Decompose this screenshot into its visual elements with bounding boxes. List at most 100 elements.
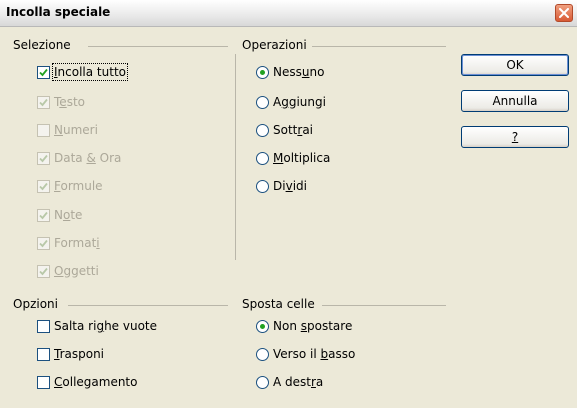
label-text: Format xyxy=(54,236,97,250)
operazioni-separator xyxy=(312,46,446,47)
label-text: no xyxy=(309,65,325,79)
option-label: Verso il basso xyxy=(273,347,355,361)
mnemonic-letter: g xyxy=(96,319,105,333)
checkbox xyxy=(37,179,50,193)
label-text: giungi xyxy=(288,95,326,109)
option-label: Nessuno xyxy=(273,65,324,79)
mnemonic-letter: M xyxy=(273,151,284,165)
sposta-celle-option[interactable]: Verso il basso xyxy=(256,345,355,363)
label-text: te xyxy=(70,208,83,222)
mnemonic-letter: & xyxy=(86,151,96,165)
label-text: rasponi xyxy=(59,347,105,361)
label-text: Ora xyxy=(95,151,122,165)
opzioni-option[interactable]: Collegamento xyxy=(37,373,137,391)
check-mark-icon xyxy=(39,154,48,162)
operazioni-group-label: Operazioni xyxy=(242,38,307,52)
opzioni-option[interactable]: Trasponi xyxy=(37,345,104,363)
label-text: ollegamento xyxy=(62,375,138,389)
opzioni-group-label: Opzioni xyxy=(13,297,58,311)
operazioni-option[interactable]: Dividi xyxy=(256,177,307,195)
opzioni-option[interactable]: Salta righe vuote xyxy=(37,317,157,335)
checkbox[interactable] xyxy=(37,65,50,79)
radio-dot-icon xyxy=(260,69,265,75)
check-mark-icon xyxy=(39,267,48,275)
option-label: Oggetti xyxy=(54,264,99,278)
mnemonic-letter: i xyxy=(96,236,100,250)
close-x-icon xyxy=(559,8,569,18)
label-text: A dest xyxy=(273,375,311,389)
selezione-option: Testo xyxy=(37,93,85,111)
option-label: Data & Ora xyxy=(54,151,121,165)
label-text: idi xyxy=(292,179,307,193)
selezione-option: Numeri xyxy=(37,121,98,139)
label-text: ai xyxy=(302,123,313,137)
option-label: A destra xyxy=(273,375,323,389)
radio-button[interactable] xyxy=(256,179,269,193)
operazioni-option[interactable]: Sottrai xyxy=(256,121,313,139)
option-label: Formati xyxy=(54,236,100,250)
selezione-separator xyxy=(88,46,228,47)
checkbox[interactable] xyxy=(37,319,50,333)
option-label: Testo xyxy=(54,95,85,109)
checkbox[interactable] xyxy=(37,347,50,361)
label-text: asso xyxy=(328,347,356,361)
operazioni-option[interactable]: Moltiplica xyxy=(256,149,330,167)
ok-button[interactable]: OK xyxy=(461,54,569,76)
check-mark-icon xyxy=(39,68,48,76)
operazioni-option[interactable]: Aggiungi xyxy=(256,93,326,111)
mnemonic-letter: b xyxy=(320,347,329,361)
radio-button[interactable] xyxy=(256,123,269,137)
sposta-celle-group-label: Sposta celle xyxy=(242,297,315,311)
selezione-option: Data & Ora xyxy=(37,149,121,167)
label-text: ormule xyxy=(60,179,103,193)
option-label: Incolla tutto xyxy=(52,63,128,81)
checkbox[interactable] xyxy=(37,375,50,389)
help-button[interactable]: ? xyxy=(461,126,569,148)
option-label: Aggiungi xyxy=(273,95,326,109)
selezione-option: Oggetti xyxy=(37,262,99,280)
label-text: Ness xyxy=(273,65,302,79)
checkbox xyxy=(37,95,50,109)
label-text: Di xyxy=(273,179,286,193)
label-text: Sott xyxy=(273,123,298,137)
option-label: Note xyxy=(54,208,82,222)
window-title: Incolla speciale xyxy=(6,5,111,19)
label-text: ggetti xyxy=(63,264,99,278)
checkbox xyxy=(37,264,50,278)
option-label: Moltiplica xyxy=(273,151,330,165)
mnemonic-letter: e xyxy=(59,95,67,109)
mnemonic-letter: v xyxy=(285,179,293,193)
cancel-button[interactable]: Annulla xyxy=(461,90,569,112)
label-text: Data xyxy=(54,151,87,165)
selezione-option: Formati xyxy=(37,234,100,252)
label-text: A xyxy=(273,95,282,109)
radio-button[interactable] xyxy=(256,65,269,79)
operazioni-option[interactable]: Nessuno xyxy=(256,63,324,81)
option-label: Non spostare xyxy=(273,319,352,333)
label-text: Non xyxy=(273,319,301,333)
checkbox xyxy=(37,208,50,222)
option-label: Salta righe vuote xyxy=(54,319,157,333)
close-button[interactable] xyxy=(555,4,573,22)
radio-button[interactable] xyxy=(256,95,269,109)
radio-button[interactable] xyxy=(256,319,269,333)
sposta-celle-option[interactable]: Non spostare xyxy=(256,317,352,335)
option-label: Trasponi xyxy=(54,347,104,361)
option-label: Formule xyxy=(54,179,103,193)
label-text: a xyxy=(315,375,324,389)
label-text: sto xyxy=(66,95,85,109)
label-text: he vuote xyxy=(104,319,158,333)
checkbox xyxy=(37,236,50,250)
check-mark-icon xyxy=(39,211,48,219)
radio-button[interactable] xyxy=(256,375,269,389)
title-bar[interactable]: Incolla speciale xyxy=(0,0,577,27)
label-text: N xyxy=(54,208,63,222)
sposta-celle-option[interactable]: A destra xyxy=(256,373,323,391)
radio-button[interactable] xyxy=(256,151,269,165)
label-text: oltiplica xyxy=(283,151,331,165)
sposta-celle-separator xyxy=(322,305,446,306)
radio-button[interactable] xyxy=(256,347,269,361)
mnemonic-letter: g xyxy=(281,95,289,109)
opzioni-separator xyxy=(68,305,228,306)
selezione-option[interactable]: Incolla tutto xyxy=(37,63,128,81)
